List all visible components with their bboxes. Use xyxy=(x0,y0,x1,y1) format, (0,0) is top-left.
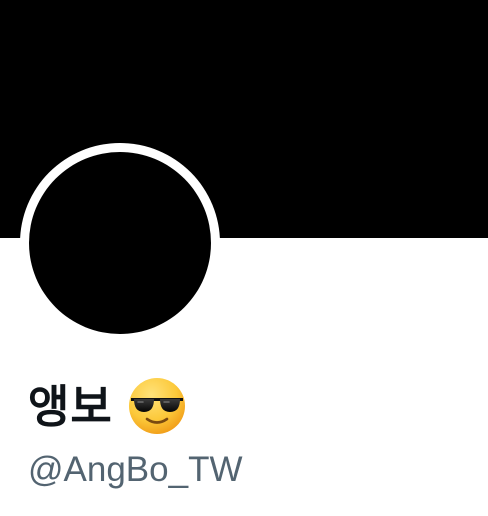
avatar[interactable] xyxy=(29,152,211,334)
smiling-face-with-sunglasses-icon xyxy=(128,378,185,434)
username-handle: @AngBo_TW xyxy=(28,450,243,489)
display-name: 앵보 xyxy=(28,379,113,433)
profile-header: 앵보 @AngBo_TW xyxy=(0,0,488,516)
avatar-ring xyxy=(20,143,220,343)
display-name-row: 앵보 xyxy=(28,374,187,438)
